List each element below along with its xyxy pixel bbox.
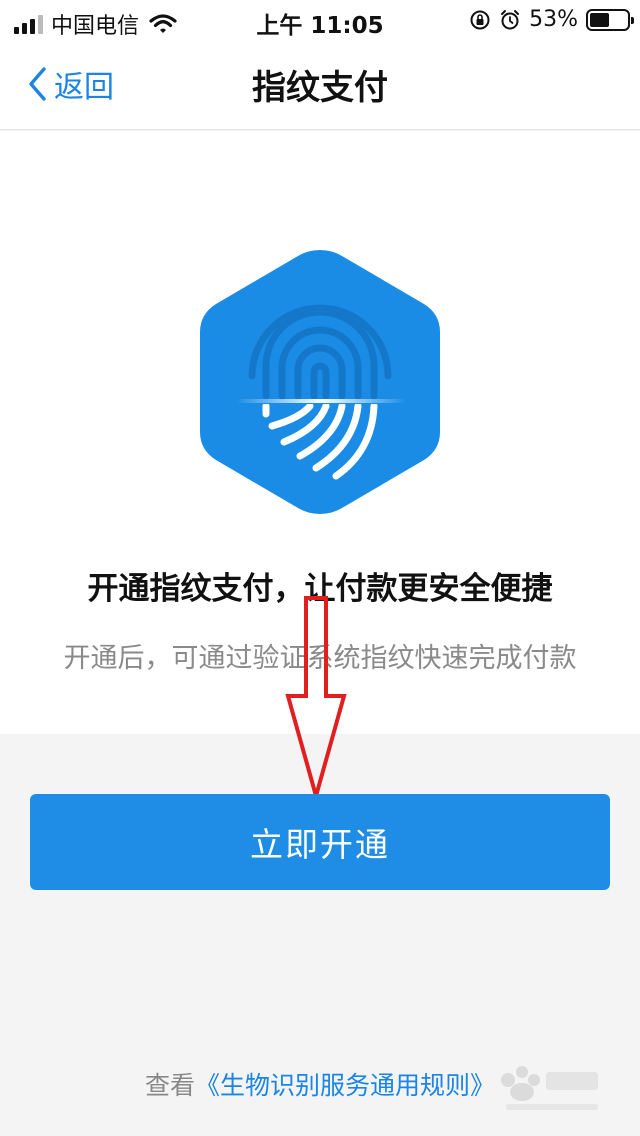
fingerprint-hexagon-icon bbox=[200, 250, 440, 514]
battery-level bbox=[590, 12, 610, 27]
terms-link[interactable]: 《生物识别服务通用规则》 bbox=[195, 1071, 495, 1100]
terms-prefix: 查看 bbox=[144, 1071, 195, 1100]
battery-percent: 53% bbox=[529, 7, 578, 32]
arrow-down-icon bbox=[285, 596, 347, 800]
battery-icon bbox=[586, 8, 634, 31]
watermark-logo-icon bbox=[501, 1066, 598, 1110]
orientation-lock-icon bbox=[470, 10, 490, 29]
page-title: 指纹支付 bbox=[252, 68, 388, 108]
enable-button[interactable]: 立即开通 bbox=[30, 794, 610, 890]
alarm-icon bbox=[501, 9, 520, 29]
status-bar: 中国电信 上午 11:05 53% bbox=[0, 0, 640, 40]
navigation-bar: 返回 指纹支付 bbox=[0, 40, 640, 130]
status-right: 53% bbox=[469, 7, 634, 32]
